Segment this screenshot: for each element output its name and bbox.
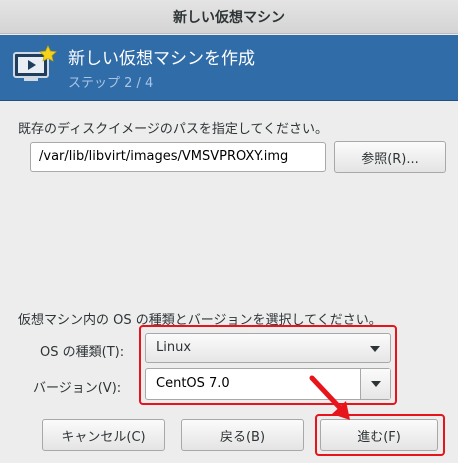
browse-button[interactable]: 参照(R)... [334, 141, 446, 173]
wizard-title: 新しい仮想マシンを作成 [68, 49, 255, 69]
window-title: 新しい仮想マシン [173, 9, 285, 26]
cancel-button[interactable]: キャンセル(C) [42, 419, 165, 451]
highlight-os-selection [139, 325, 397, 405]
wizard-step-indicator: ステップ 2 / 4 [68, 76, 154, 91]
os-version-label: バージョン(V): [33, 381, 122, 396]
red-arrow-icon [309, 375, 350, 420]
disk-path-prompt: 既存のディスクイメージのパスを指定してください。 [18, 122, 329, 137]
vm-screen-star-icon [13, 45, 57, 81]
disk-path-input[interactable]: /var/lib/libvirt/images/VMSVPROXY.img [30, 142, 326, 172]
back-button[interactable]: 戻る(B) [181, 419, 304, 451]
os-type-label: OS の種類(T): [40, 345, 125, 360]
wizard-banner: 新しい仮想マシンを作成 ステップ 2 / 4 [0, 35, 458, 101]
window-titlebar: 新しい仮想マシン [0, 0, 458, 34]
